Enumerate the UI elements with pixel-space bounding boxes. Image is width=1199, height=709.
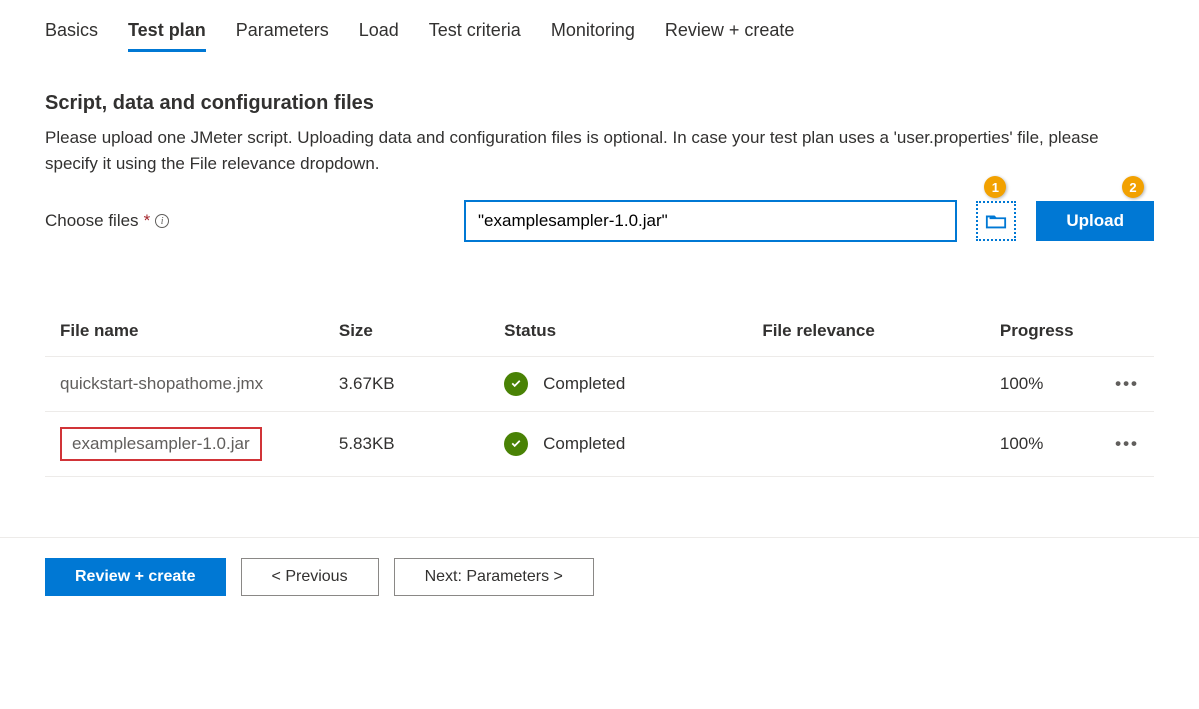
upload-row: Choose files * i 1 2 Upload: [45, 201, 1154, 241]
files-table: File name Size Status File relevance Pro…: [45, 301, 1154, 477]
choose-files-label: Choose files: [45, 211, 139, 231]
row-actions-button[interactable]: •••: [1092, 357, 1154, 412]
file-size-cell: 5.83KB: [324, 412, 489, 477]
annotation-badge-1: 1: [984, 176, 1006, 198]
section-description: Please upload one JMeter script. Uploadi…: [45, 125, 1154, 176]
tab-monitoring[interactable]: Monitoring: [551, 20, 635, 52]
file-name-cell: quickstart-shopathome.jmx: [45, 357, 324, 412]
status-text: Completed: [543, 374, 625, 394]
folder-open-icon: [985, 210, 1007, 232]
tab-load[interactable]: Load: [359, 20, 399, 52]
check-circle-icon: [504, 432, 528, 456]
col-header-status[interactable]: Status: [489, 301, 747, 357]
progress-cell: 100%: [985, 412, 1092, 477]
col-header-filename[interactable]: File name: [45, 301, 324, 357]
table-row[interactable]: examplesampler-1.0.jar 5.83KB Completed …: [45, 412, 1154, 477]
footer-buttons: Review + create < Previous Next: Paramet…: [45, 558, 1154, 616]
tab-review-create[interactable]: Review + create: [665, 20, 795, 52]
tab-test-plan[interactable]: Test plan: [128, 20, 206, 52]
annotation-badge-2: 2: [1122, 176, 1144, 198]
relevance-cell: [747, 357, 985, 412]
file-size-cell: 3.67KB: [324, 357, 489, 412]
file-input[interactable]: [465, 201, 956, 241]
required-asterisk: *: [144, 211, 151, 231]
status-text: Completed: [543, 434, 625, 454]
footer-divider: [0, 537, 1199, 538]
upload-button[interactable]: Upload: [1036, 201, 1154, 241]
tab-basics[interactable]: Basics: [45, 20, 98, 52]
check-circle-icon: [504, 372, 528, 396]
tab-test-criteria[interactable]: Test criteria: [429, 20, 521, 52]
choose-files-label-group: Choose files * i: [45, 211, 445, 231]
tab-bar: Basics Test plan Parameters Load Test cr…: [45, 20, 1154, 52]
relevance-cell: [747, 412, 985, 477]
info-icon[interactable]: i: [155, 214, 169, 228]
file-name-cell: examplesampler-1.0.jar: [45, 412, 324, 477]
row-actions-button[interactable]: •••: [1092, 412, 1154, 477]
col-header-actions: [1092, 301, 1154, 357]
browse-button[interactable]: [976, 201, 1016, 241]
col-header-size[interactable]: Size: [324, 301, 489, 357]
status-cell-wrap: Completed: [489, 357, 747, 412]
table-row[interactable]: quickstart-shopathome.jmx 3.67KB Complet…: [45, 357, 1154, 412]
highlighted-filename: examplesampler-1.0.jar: [60, 427, 262, 461]
status-cell-wrap: Completed: [489, 412, 747, 477]
col-header-progress[interactable]: Progress: [985, 301, 1092, 357]
previous-button[interactable]: < Previous: [241, 558, 379, 596]
review-create-button[interactable]: Review + create: [45, 558, 226, 596]
col-header-relevance[interactable]: File relevance: [747, 301, 985, 357]
section-title: Script, data and configuration files: [45, 92, 1154, 115]
tab-parameters[interactable]: Parameters: [236, 20, 329, 52]
progress-cell: 100%: [985, 357, 1092, 412]
next-button[interactable]: Next: Parameters >: [394, 558, 594, 596]
